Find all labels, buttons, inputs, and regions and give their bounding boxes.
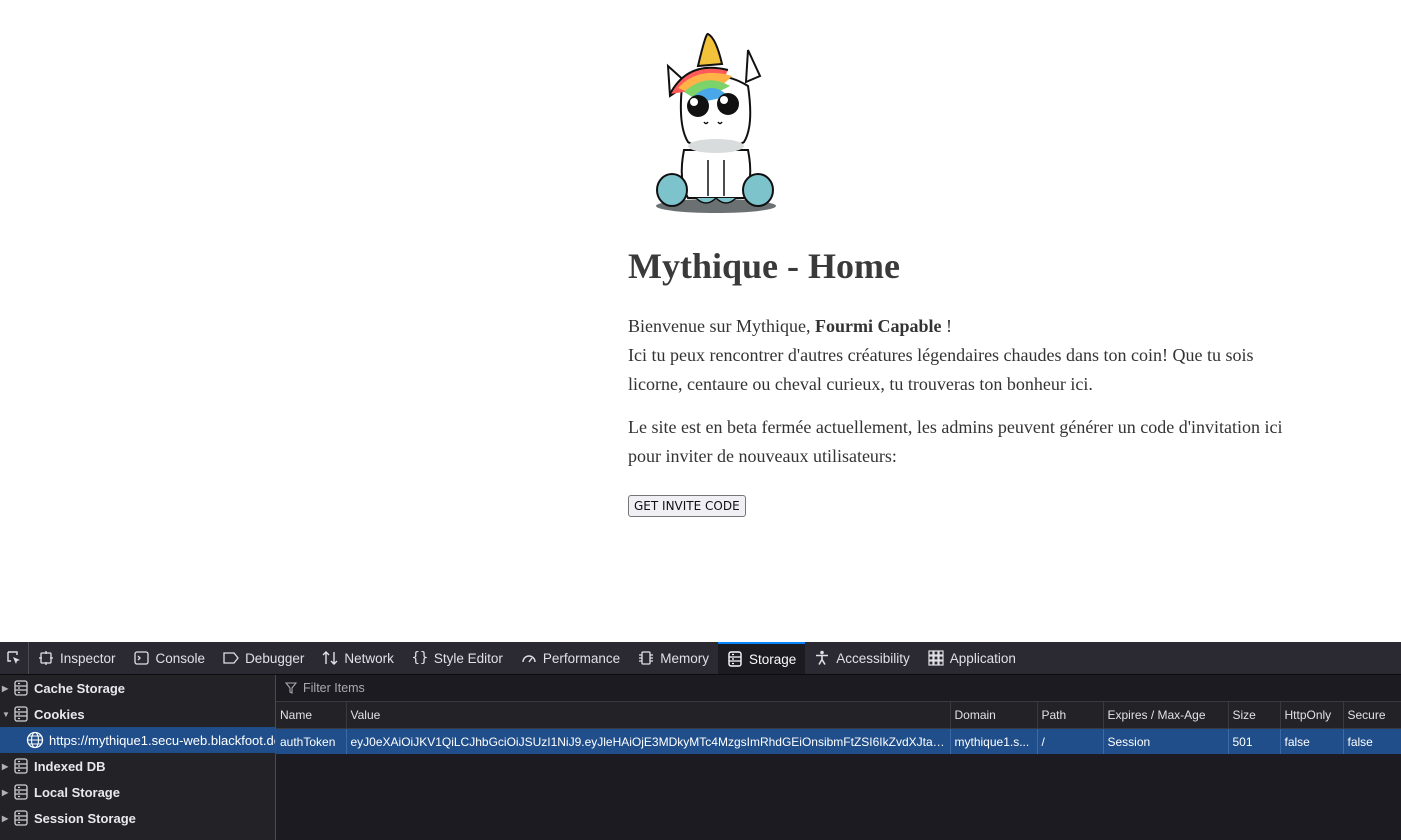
welcome-suffix: ! (941, 316, 952, 336)
web-page: Mythique - Home Bienvenue sur Mythique, … (0, 0, 1401, 642)
column-header[interactable]: Size (1228, 702, 1281, 729)
tab-label: Style Editor (433, 650, 503, 666)
unicorn-logo (656, 32, 776, 213)
sidebar-item-label: Local Storage (34, 784, 120, 800)
sidebar-item-label: Cache Storage (34, 680, 126, 696)
tab-label: Application (949, 650, 1016, 666)
memory-icon (638, 650, 654, 666)
tab-memory[interactable]: Memory (629, 642, 718, 674)
tab-storage[interactable]: Storage (717, 642, 806, 674)
pick-element-icon (7, 651, 20, 664)
column-header[interactable]: Name (276, 702, 347, 729)
tab-console[interactable]: Console (125, 642, 215, 674)
element-picker-button[interactable] (0, 642, 29, 674)
welcome-prefix: Bienvenue sur Mythique, (628, 316, 815, 336)
tab-performance[interactable]: Performance (512, 642, 629, 674)
expand-arrow-icon: ▶ (2, 813, 9, 823)
sidebar-item-label: Cookies (34, 706, 85, 722)
performance-icon (521, 650, 537, 666)
sidebar-item-cache-storage[interactable]: ▶ Cache Storage (0, 675, 275, 701)
filter-bar[interactable]: Filter Items (276, 675, 1401, 702)
application-icon (928, 650, 944, 666)
tab-label: Inspector (60, 650, 116, 666)
globe-icon (26, 731, 44, 749)
database-icon (14, 758, 28, 774)
sidebar-item-label: Session Storage (34, 810, 136, 826)
tab-network[interactable]: Network (313, 642, 403, 674)
console-icon (134, 650, 150, 666)
expand-arrow-icon: ▶ (2, 787, 9, 797)
sidebar-item-label: https://mythique1.secu-web.blackfoot.dev (49, 732, 276, 748)
cookie-httponly-cell[interactable]: false (1280, 728, 1344, 754)
cookies-table: Name Value Domain Path Expires / Max-Age… (276, 702, 1401, 754)
sidebar-item-label: Indexed DB (34, 758, 106, 774)
sidebar-item-cookies[interactable]: ▼ Cookies (0, 701, 275, 727)
tab-style-editor[interactable]: {} Style Editor (403, 642, 512, 674)
sidebar-item-local-storage[interactable]: ▶ Local Storage (0, 779, 275, 805)
accessibility-icon (814, 650, 830, 666)
expand-arrow-icon: ▶ (2, 683, 9, 693)
database-icon (14, 706, 28, 722)
tab-application[interactable]: Application (919, 642, 1025, 674)
cookie-expires-cell[interactable]: Session (1103, 728, 1229, 754)
database-icon (14, 680, 28, 696)
filter-input[interactable]: Filter Items (303, 681, 365, 695)
column-header[interactable]: HttpOnly (1280, 702, 1344, 729)
column-header[interactable]: Secure (1343, 702, 1401, 729)
network-icon (322, 650, 338, 666)
page-title: Mythique - Home (628, 246, 900, 286)
column-header[interactable]: Value (346, 702, 951, 729)
tab-label: Debugger (245, 650, 305, 666)
inspector-icon (38, 650, 54, 666)
table-header-row: Name Value Domain Path Expires / Max-Age… (276, 702, 1401, 729)
cookie-size-cell[interactable]: 501 (1228, 728, 1281, 754)
get-invite-code-button[interactable]: GET INVITE CODE (628, 495, 746, 517)
storage-icon (727, 651, 743, 667)
username: Fourmi Capable (814, 316, 942, 336)
tab-label: Memory (660, 650, 709, 666)
sidebar-item-indexed-db[interactable]: ▶ Indexed DB (0, 753, 275, 779)
expand-arrow-icon: ▶ (2, 761, 9, 771)
cookie-value-cell[interactable]: eyJ0eXAiOiJKV1QiLCJhbGciOiJSUzI1NiJ9.eyJ… (346, 728, 951, 754)
cookie-domain-cell[interactable]: mythique1.s... (950, 728, 1038, 754)
sidebar-item-session-storage[interactable]: ▶ Session Storage (0, 805, 275, 831)
tab-label: Storage (748, 651, 797, 667)
main-content: Mythique - Home Bienvenue sur Mythique, … (628, 240, 1288, 517)
database-icon (14, 784, 28, 800)
tab-inspector[interactable]: Inspector (29, 642, 125, 674)
tab-label: Network (344, 650, 394, 666)
intro-text: Ici tu peux rencontrer d'autres créature… (628, 345, 1254, 394)
style-editor-icon: {} (411, 650, 429, 666)
collapse-arrow-icon: ▼ (2, 709, 10, 719)
beta-text: Le site est en beta fermée actuellement,… (628, 417, 1283, 466)
tab-label: Performance (542, 650, 621, 666)
table-row[interactable]: authToken eyJ0eXAiOiJKV1QiLCJhbGciOiJSUz… (276, 728, 1401, 754)
tab-label: Accessibility (836, 650, 910, 666)
column-header[interactable]: Domain (950, 702, 1038, 729)
cookie-secure-cell[interactable]: false (1343, 728, 1401, 754)
devtools-toolbar: Inspector Console Debugger Network {} Sty… (0, 642, 1401, 675)
cookie-path-cell[interactable]: / (1037, 728, 1104, 754)
filter-icon (285, 682, 297, 694)
devtools-panel: Inspector Console Debugger Network {} Sty… (0, 642, 1401, 840)
storage-sidebar: ▶ Cache Storage ▼ Cookies https://mythique… (0, 675, 276, 840)
welcome-text: Bienvenue sur Mythique, Fourmi Capable !… (628, 312, 1288, 399)
cookies-pane: Filter Items Name Value Domain Path Expi… (276, 675, 1401, 840)
tab-accessibility[interactable]: Accessibility (805, 642, 919, 674)
tab-label: Console (155, 650, 206, 666)
column-header[interactable]: Path (1037, 702, 1104, 729)
debugger-icon (223, 650, 239, 666)
database-icon (14, 810, 28, 826)
sidebar-item-cookie-origin[interactable]: https://mythique1.secu-web.blackfoot.dev (0, 727, 275, 753)
tab-debugger[interactable]: Debugger (214, 642, 313, 674)
cookie-name-cell[interactable]: authToken (276, 728, 347, 754)
column-header[interactable]: Expires / Max-Age (1103, 702, 1229, 729)
